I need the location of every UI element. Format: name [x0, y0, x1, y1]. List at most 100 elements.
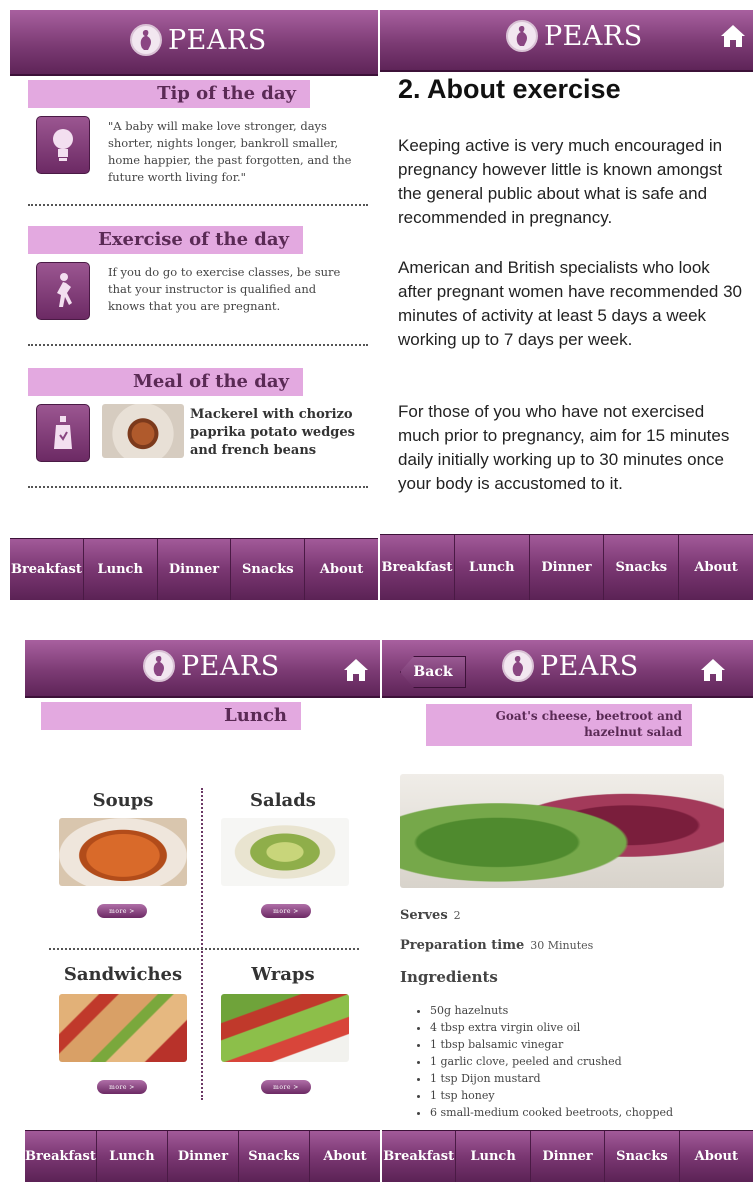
- lightbulb-icon[interactable]: [36, 116, 90, 174]
- exercise-heading: Exercise of the day: [98, 229, 289, 250]
- nav-lunch[interactable]: Lunch: [455, 535, 530, 600]
- recipe-screen: Back PEARS Goat's cheese, beetroot and h…: [382, 640, 753, 1182]
- category-sandwiches-title[interactable]: Sandwiches: [53, 964, 193, 985]
- exercise-figure-icon[interactable]: [36, 262, 90, 320]
- tip-text: "A baby will make love stronger, days sh…: [108, 119, 352, 184]
- meal-heading-band: Meal of the day: [28, 368, 303, 396]
- nav-about[interactable]: About: [679, 535, 753, 600]
- goats-cheese-salad-image: [400, 774, 724, 888]
- brand: PEARS: [130, 24, 267, 56]
- ingredient-item: 6 small-medium cooked beetroots, chopped: [430, 1104, 673, 1121]
- horizontal-divider: [49, 948, 359, 950]
- app-header: Back PEARS: [382, 640, 753, 698]
- divider: [28, 486, 368, 488]
- ingredient-item: 4 tbsp extra virgin olive oil: [430, 1019, 673, 1036]
- ingredient-item: 1 tsp Dijon mustard: [430, 1070, 673, 1087]
- recipe-title-band: Goat's cheese, beetroot and hazelnut sal…: [426, 704, 692, 746]
- nav-snacks[interactable]: Snacks: [604, 535, 680, 600]
- bottom-nav: Breakfast Lunch Dinner Snacks About: [10, 538, 378, 600]
- nav-dinner[interactable]: Dinner: [530, 535, 605, 600]
- nav-breakfast[interactable]: Breakfast: [380, 535, 455, 600]
- ingredient-item: 1 garlic clove, peeled and crushed: [430, 1053, 673, 1070]
- lunch-heading-band: Lunch: [41, 702, 301, 730]
- back-button[interactable]: Back: [400, 656, 466, 688]
- serves-value: 2: [453, 909, 461, 922]
- category-wraps-title[interactable]: Wraps: [213, 964, 353, 985]
- soups-more-button[interactable]: more >: [97, 904, 147, 918]
- prep-time-row: Preparation time 30 Minutes: [400, 938, 593, 953]
- category-soups-title[interactable]: Soups: [53, 790, 193, 811]
- bottom-nav: Breakfast Lunch Dinner Snacks About: [25, 1130, 380, 1182]
- meal-pear-icon[interactable]: [36, 404, 90, 462]
- nav-lunch[interactable]: Lunch: [84, 539, 158, 600]
- article-title: 2. About exercise: [398, 74, 621, 104]
- salads-image[interactable]: [221, 818, 349, 886]
- nav-about[interactable]: About: [310, 1131, 380, 1182]
- divider: [28, 204, 368, 206]
- article-paragraph: Keeping active is very much encouraged i…: [398, 136, 723, 227]
- home-icon[interactable]: [343, 658, 369, 682]
- ingredient-item: 1 tbsp balsamic vinegar: [430, 1036, 673, 1053]
- salads-more-button[interactable]: more >: [261, 904, 311, 918]
- nav-snacks[interactable]: Snacks: [231, 539, 306, 600]
- bottom-nav: Breakfast Lunch Dinner Snacks About: [382, 1130, 753, 1182]
- tip-heading-band: Tip of the day: [28, 80, 310, 108]
- brand-name: PEARS: [181, 650, 280, 682]
- about-screen: PEARS 2. About exercise Keeping active i…: [380, 10, 753, 600]
- app-header: PEARS: [380, 10, 753, 72]
- ingredient-item: 1 tsp honey: [430, 1087, 673, 1104]
- meal-heading: Meal of the day: [133, 371, 289, 392]
- tip-heading: Tip of the day: [157, 83, 296, 104]
- nav-lunch[interactable]: Lunch: [456, 1131, 531, 1182]
- ingredient-item: 50g hazelnuts: [430, 1002, 673, 1019]
- meal-text[interactable]: Mackerel with chorizo paprika potato wed…: [190, 406, 370, 460]
- vertical-divider: [201, 788, 203, 1100]
- home-icon[interactable]: [720, 24, 746, 48]
- sandwiches-more-button[interactable]: more >: [97, 1080, 147, 1094]
- divider: [28, 344, 368, 346]
- article-paragraph: American and British specialists who loo…: [398, 258, 742, 349]
- brand: PEARS: [143, 650, 280, 682]
- nav-snacks[interactable]: Snacks: [605, 1131, 680, 1182]
- lunch-heading: Lunch: [224, 705, 287, 726]
- serves-row: Serves 2: [400, 908, 461, 923]
- wraps-more-button[interactable]: more >: [261, 1080, 311, 1094]
- nav-about[interactable]: About: [305, 539, 378, 600]
- sandwiches-image[interactable]: [59, 994, 187, 1062]
- wraps-image[interactable]: [221, 994, 349, 1062]
- nav-dinner[interactable]: Dinner: [168, 1131, 239, 1182]
- article-paragraph: For those of you who have not exercised …: [398, 402, 730, 493]
- pears-logo-icon: [502, 650, 534, 682]
- pears-logo-icon: [130, 24, 162, 56]
- exercise-heading-band: Exercise of the day: [28, 226, 303, 254]
- home-screen: PEARS Tip of the day "A baby will make l…: [10, 10, 378, 600]
- nav-lunch[interactable]: Lunch: [97, 1131, 168, 1182]
- exercise-text: If you do go to exercise classes, be sur…: [108, 265, 341, 313]
- serves-label: Serves: [400, 908, 448, 923]
- category-salads-title[interactable]: Salads: [213, 790, 353, 811]
- home-icon[interactable]: [700, 658, 726, 682]
- bottom-nav: Breakfast Lunch Dinner Snacks About: [380, 534, 753, 600]
- brand-name: PEARS: [168, 24, 267, 56]
- ingredients-heading: Ingredients: [400, 968, 498, 986]
- nav-dinner[interactable]: Dinner: [531, 1131, 606, 1182]
- soups-image[interactable]: [59, 818, 187, 886]
- brand-name: PEARS: [544, 20, 643, 52]
- nav-breakfast[interactable]: Breakfast: [25, 1131, 97, 1182]
- mackerel-dish-image[interactable]: [102, 404, 184, 458]
- app-header: PEARS: [10, 10, 378, 76]
- lunch-screen: PEARS Lunch Soups more > Salads more > S…: [25, 640, 380, 1182]
- nav-snacks[interactable]: Snacks: [239, 1131, 310, 1182]
- ingredients-list: 50g hazelnuts 4 tbsp extra virgin olive …: [430, 1002, 673, 1121]
- nav-breakfast[interactable]: Breakfast: [382, 1131, 457, 1182]
- app-header: PEARS: [25, 640, 380, 698]
- brand-name: PEARS: [540, 650, 639, 682]
- pears-logo-icon: [143, 650, 175, 682]
- recipe-title: Goat's cheese, beetroot and hazelnut sal…: [495, 709, 682, 739]
- nav-dinner[interactable]: Dinner: [158, 539, 232, 600]
- prep-time-label: Preparation time: [400, 938, 525, 953]
- nav-about[interactable]: About: [680, 1131, 753, 1182]
- brand: PEARS: [502, 650, 639, 682]
- nav-breakfast[interactable]: Breakfast: [10, 539, 84, 600]
- brand: PEARS: [506, 20, 643, 52]
